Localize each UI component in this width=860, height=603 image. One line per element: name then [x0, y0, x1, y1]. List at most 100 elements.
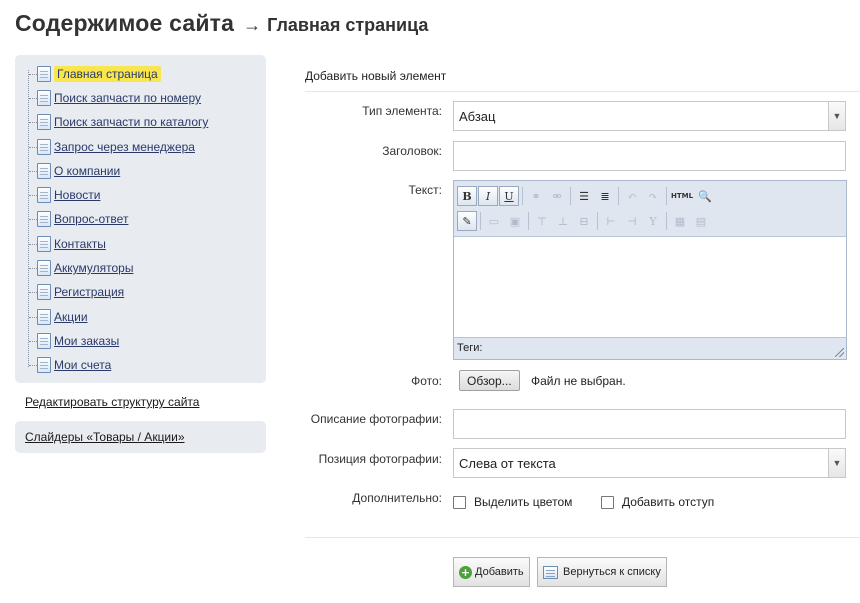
resize-grip-icon[interactable]: [835, 348, 844, 357]
tree-item-label[interactable]: Мои счета: [54, 358, 111, 372]
tree-item-about[interactable]: О компании: [29, 161, 120, 181]
bullet-list-icon[interactable]: ☰: [574, 186, 594, 206]
bold-button[interactable]: B: [457, 186, 477, 206]
insert-col-after-icon[interactable]: ⊣: [622, 211, 642, 231]
editor-text-area[interactable]: [454, 237, 846, 337]
preview-magnifier-icon[interactable]: 🔍: [695, 186, 715, 206]
link-icon[interactable]: ⚭: [526, 186, 546, 206]
tree-item-promotions[interactable]: Акции: [29, 307, 88, 327]
element-type-select[interactable]: Абзац ▼: [453, 101, 846, 131]
unlink-icon[interactable]: ⚮: [547, 186, 567, 206]
tree-item-label[interactable]: Главная страница: [54, 66, 161, 82]
text-label: Текст:: [408, 183, 442, 197]
table-cell-icon[interactable]: ▣: [505, 211, 525, 231]
heading-input[interactable]: [453, 141, 846, 171]
tree-item-label[interactable]: Регистрация: [54, 285, 124, 299]
numbered-list-icon[interactable]: ≣: [595, 186, 615, 206]
page-icon: [37, 114, 51, 130]
edit-site-structure-link[interactable]: Редактировать структуру сайта: [25, 395, 199, 409]
insert-row-after-icon[interactable]: ⊥: [553, 211, 573, 231]
tree-item-contacts[interactable]: Контакты: [29, 234, 106, 254]
photo-label: Фото:: [411, 374, 442, 388]
form-divider-top: [305, 91, 860, 92]
tree-item-label[interactable]: Поиск запчасти по номеру: [54, 91, 201, 105]
page-header: Содержимое сайта → Главная страница: [15, 10, 428, 37]
photo-description-input[interactable]: [453, 409, 846, 439]
tree-item-label[interactable]: Запрос через менеджера: [54, 140, 195, 154]
page-icon: [37, 66, 51, 82]
chevron-down-icon[interactable]: ▼: [828, 449, 845, 477]
tree-item-my-invoices[interactable]: Мои счета: [29, 355, 111, 375]
delete-col-icon[interactable]: Y: [643, 211, 663, 231]
tree-item-label[interactable]: Акции: [54, 310, 88, 324]
sliders-panel: Слайдеры «Товары / Акции»: [15, 421, 266, 453]
tree-item-search-catalog[interactable]: Поиск запчасти по каталогу: [29, 112, 208, 132]
page-icon: [37, 333, 51, 349]
page-icon: [37, 211, 51, 227]
tree-item-label[interactable]: Мои заказы: [54, 334, 119, 348]
insert-col-before-icon[interactable]: ⊢: [601, 211, 621, 231]
page-icon: [37, 260, 51, 276]
page-subtitle: Главная страница: [267, 15, 429, 35]
browse-file-button[interactable]: Обзор...: [459, 370, 520, 391]
tree-item-label[interactable]: О компании: [54, 164, 120, 178]
list-icon: [543, 565, 558, 579]
page-icon: [37, 357, 51, 373]
editor-status-bar: Теги:: [454, 337, 846, 359]
tree-item-faq[interactable]: Вопрос-ответ: [29, 209, 128, 229]
insert-row-before-icon[interactable]: ⊤: [532, 211, 552, 231]
chevron-down-icon[interactable]: ▼: [828, 102, 845, 130]
photo-position-value: Слева от текста: [459, 455, 556, 471]
undo-icon[interactable]: ↶: [622, 186, 642, 206]
rich-text-editor: B I U ⚭ ⚮ ☰ ≣ ↶ ↷ HTML 🔍 ✎ ▭ ▣ ⊤ ⊥ ⊟ ⊢ ⊣…: [453, 180, 847, 360]
tree-item-home[interactable]: Главная страница: [29, 64, 161, 84]
page-icon: [37, 187, 51, 203]
photo-position-label: Позиция фотографии:: [318, 452, 442, 466]
page-icon: [37, 139, 51, 155]
add-icon: +: [459, 565, 472, 579]
form-divider-bottom: [305, 537, 860, 538]
back-button-label: Вернуться к списку: [563, 566, 661, 578]
highlight-checkbox-label: Выделить цветом: [474, 495, 573, 509]
tree-item-label[interactable]: Поиск запчасти по каталогу: [54, 115, 208, 129]
tree-item-registration[interactable]: Регистрация: [29, 282, 124, 302]
underline-button[interactable]: U: [499, 186, 519, 206]
tree-item-label[interactable]: Аккумуляторы: [54, 261, 133, 275]
highlight-checkbox[interactable]: [453, 496, 466, 509]
page-icon: [37, 90, 51, 106]
tree-item-batteries[interactable]: Аккумуляторы: [29, 258, 133, 278]
heading-label: Заголовок:: [382, 144, 442, 158]
indent-checkbox[interactable]: [601, 496, 614, 509]
redo-icon[interactable]: ↷: [643, 186, 663, 206]
file-status-text: Файл не выбран.: [531, 374, 626, 388]
add-button-label: Добавить: [475, 566, 524, 578]
edit-style-icon[interactable]: ✎: [457, 211, 477, 231]
split-cells-icon[interactable]: ▦: [670, 211, 690, 231]
editor-toolbar: B I U ⚭ ⚮ ☰ ≣ ↶ ↷ HTML 🔍 ✎ ▭ ▣ ⊤ ⊥ ⊟ ⊢ ⊣…: [454, 181, 846, 237]
extra-label: Дополнительно:: [352, 491, 442, 505]
html-source-button[interactable]: HTML: [670, 186, 694, 206]
tree-item-label[interactable]: Новости: [54, 188, 100, 202]
tree-item-my-orders[interactable]: Мои заказы: [29, 331, 119, 351]
photo-description-label: Описание фотографии:: [310, 412, 442, 426]
italic-button[interactable]: I: [478, 186, 498, 206]
photo-position-select[interactable]: Слева от текста ▼: [453, 448, 846, 478]
tree-item-manager-request[interactable]: Запрос через менеджера: [29, 137, 195, 157]
indent-checkbox-label: Добавить отступ: [622, 495, 715, 509]
tree-item-news[interactable]: Новости: [29, 185, 100, 205]
tree-item-label[interactable]: Контакты: [54, 237, 106, 251]
page-icon: [37, 309, 51, 325]
back-to-list-button[interactable]: Вернуться к списку: [537, 557, 667, 587]
element-type-value: Абзац: [459, 108, 496, 124]
breadcrumb-arrow: →: [243, 15, 262, 35]
delete-row-icon[interactable]: ⊟: [574, 211, 594, 231]
page-title: Содержимое сайта: [15, 10, 235, 36]
tree-item-label[interactable]: Вопрос-ответ: [54, 212, 128, 226]
editor-tags-label: Теги:: [457, 342, 483, 354]
tree-item-search-number[interactable]: Поиск запчасти по номеру: [29, 88, 201, 108]
page-icon: [37, 236, 51, 252]
sliders-link[interactable]: Слайдеры «Товары / Акции»: [25, 430, 185, 444]
add-button[interactable]: + Добавить: [453, 557, 530, 587]
table-row-icon[interactable]: ▭: [484, 211, 504, 231]
merge-cells-icon[interactable]: ▤: [691, 211, 711, 231]
